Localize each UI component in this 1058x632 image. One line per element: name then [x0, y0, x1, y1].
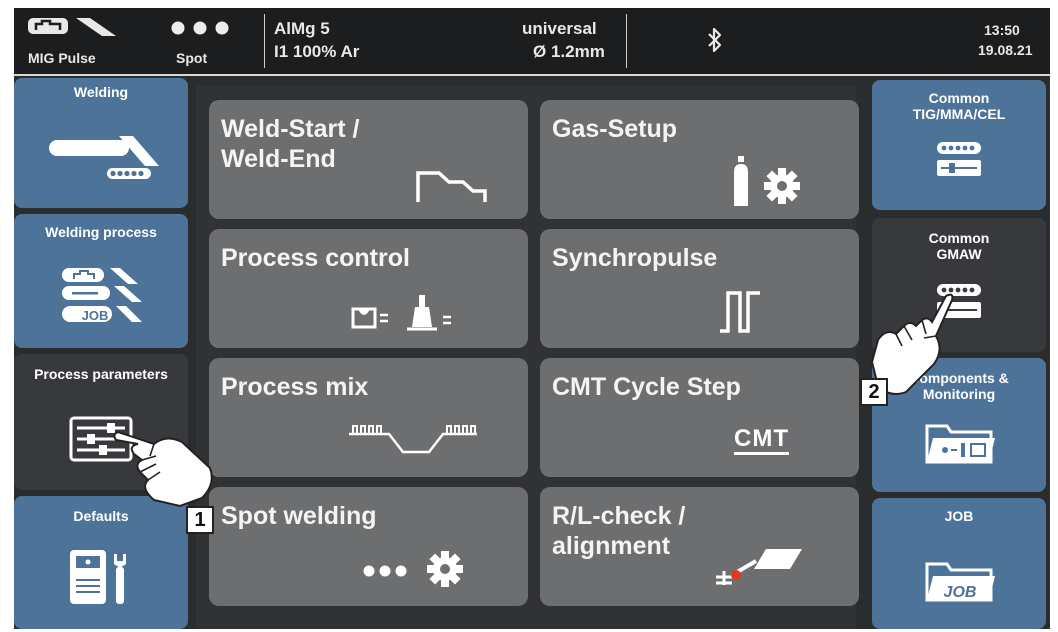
- components-folder-icon: [872, 418, 1046, 466]
- sidebar-item-label: Common TIG/MMA/CEL: [912, 90, 1006, 122]
- spot-label: Spot: [176, 50, 208, 66]
- tile-rl-check-alignment[interactable]: R/L-check / alignment: [540, 487, 859, 606]
- tile-label: CMT Cycle Step: [552, 373, 741, 401]
- sidebar-item-welding-process[interactable]: Welding process JOB: [14, 214, 188, 348]
- bluetooth-icon[interactable]: [706, 26, 724, 59]
- spot-dots-icon: [170, 20, 232, 41]
- sidebar-item-label: Welding: [73, 84, 129, 100]
- tile-label: Weld-Start / Weld-End: [221, 115, 360, 173]
- sidebar-item-defaults[interactable]: Defaults: [14, 496, 188, 629]
- tile-label: Spot welding: [221, 502, 377, 530]
- process-control-icon: [349, 293, 479, 338]
- tile-label: Synchropulse: [552, 244, 718, 272]
- gas-bottle-gear-icon: [732, 154, 812, 213]
- callout-1: 1: [186, 506, 214, 534]
- mig-pulse-mode-icon[interactable]: [28, 16, 120, 38]
- spot-welding-gear-icon: [361, 547, 471, 596]
- divider: [626, 14, 627, 68]
- sidebar-item-label: Process parameters: [34, 366, 168, 382]
- synchropulse-icon: [718, 289, 768, 338]
- clock-date: 19.08.21: [978, 42, 1033, 58]
- welding-machine-screen: MIG Pulse Spot AlMg 5 I1 100% Ar univers…: [14, 8, 1050, 629]
- tile-label: Process control: [221, 244, 410, 272]
- tile-gas-setup[interactable]: Gas-Setup: [540, 100, 859, 219]
- material-label[interactable]: AlMg 5: [274, 19, 330, 39]
- tile-weld-start-end[interactable]: Weld-Start / Weld-End: [209, 100, 528, 219]
- sidebar-item-label: Welding process: [45, 224, 157, 240]
- tile-spot-welding[interactable]: Spot welding: [209, 487, 528, 606]
- sidebar-item-welding[interactable]: Welding: [14, 78, 188, 208]
- tile-cmt-cycle-step[interactable]: CMT Cycle Step CMT: [540, 358, 859, 477]
- divider: [264, 14, 265, 68]
- callout-2: 2: [860, 378, 888, 406]
- defaults-machine-wrench-icon: [14, 546, 188, 608]
- weld-start-end-icon: [415, 168, 489, 209]
- job-folder-text: JOB: [943, 584, 977, 601]
- sidebar-item-job[interactable]: JOB JOB: [872, 498, 1046, 629]
- tile-label: Gas-Setup: [552, 115, 678, 143]
- gas-label[interactable]: I1 100% Ar: [274, 42, 359, 62]
- mode-label: MIG Pulse: [28, 50, 96, 66]
- tile-label: R/L-check / alignment: [552, 502, 686, 560]
- pointing-hand-1-icon: [110, 428, 220, 513]
- welding-torch-icon: [14, 128, 188, 188]
- cmt-icon-text: CMT: [734, 426, 789, 455]
- tile-label: Process mix: [221, 373, 369, 401]
- status-bar: MIG Pulse Spot AlMg 5 I1 100% Ar univers…: [14, 8, 1050, 76]
- process-mix-icon: [347, 422, 479, 461]
- tile-synchropulse[interactable]: Synchropulse: [540, 229, 859, 348]
- menu-panel: Weld-Start / Weld-End Gas-Setup Process …: [196, 86, 859, 629]
- sidebar-item-common-tig-mma-cel[interactable]: Common TIG/MMA/CEL: [872, 80, 1046, 210]
- clock-time: 13:50: [984, 22, 1020, 38]
- sidebar-item-label: JOB: [944, 508, 974, 524]
- common-settings-icon: [872, 138, 1046, 186]
- wire-type-label[interactable]: universal: [522, 19, 597, 39]
- tile-process-control[interactable]: Process control: [209, 229, 528, 348]
- rl-check-icon: [710, 543, 810, 598]
- tile-process-mix[interactable]: Process mix: [209, 358, 528, 477]
- sidebar-item-label: Common GMAW: [928, 230, 990, 262]
- cmt-icon: CMT: [734, 426, 789, 455]
- job-badge: JOB: [81, 308, 109, 323]
- wire-diameter-label[interactable]: Ø 1.2mm: [533, 42, 605, 62]
